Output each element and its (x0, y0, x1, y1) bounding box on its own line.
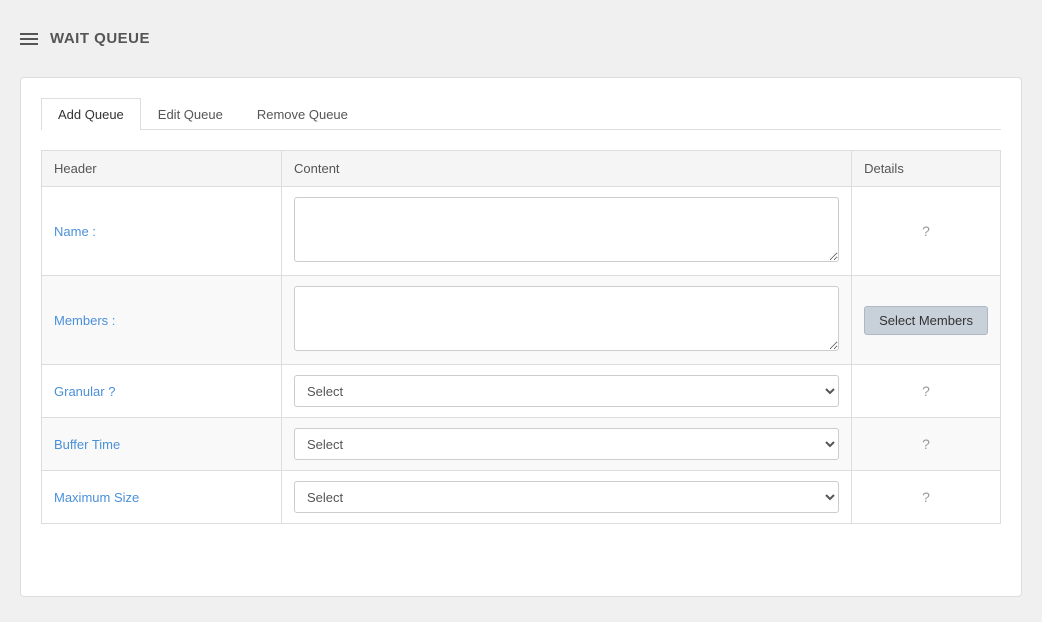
row-label-members: Members : (42, 276, 282, 365)
table-row: Name : ? (42, 187, 1001, 276)
name-textarea[interactable] (294, 197, 839, 262)
granular-content-cell: Select (282, 365, 852, 418)
granular-select[interactable]: Select (294, 375, 839, 407)
tab-remove-queue[interactable]: Remove Queue (240, 98, 365, 130)
table-row: Granular ? Select ? (42, 365, 1001, 418)
table-row: Buffer Time Select ? (42, 418, 1001, 471)
row-label-maximum-size: Maximum Size (42, 471, 282, 524)
page-header: WAIT QUEUE (20, 20, 1022, 57)
row-label-granular: Granular ? (42, 365, 282, 418)
row-label-buffer-time: Buffer Time (42, 418, 282, 471)
name-content-cell (282, 187, 852, 276)
members-content-cell (282, 276, 852, 365)
column-header-header: Header (42, 151, 282, 187)
tab-add-queue[interactable]: Add Queue (41, 98, 141, 130)
maximum-size-content-cell: Select (282, 471, 852, 524)
table-row: Members : Select Members (42, 276, 1001, 365)
buffer-time-select[interactable]: Select (294, 428, 839, 460)
page-container: WAIT QUEUE Add Queue Edit Queue Remove Q… (0, 0, 1042, 622)
maximum-size-select[interactable]: Select (294, 481, 839, 513)
form-table: Header Content Details Name : ? (41, 150, 1001, 524)
table-row: Maximum Size Select ? (42, 471, 1001, 524)
maximum-size-details-cell: ? (852, 471, 1001, 524)
tab-edit-queue[interactable]: Edit Queue (141, 98, 240, 130)
select-members-button[interactable]: Select Members (864, 306, 988, 335)
granular-details-cell: ? (852, 365, 1001, 418)
members-textarea[interactable] (294, 286, 839, 351)
granular-details-question: ? (922, 383, 930, 399)
members-details-cell: Select Members (852, 276, 1001, 365)
buffer-time-details-question: ? (922, 436, 930, 452)
name-details-question: ? (922, 223, 930, 239)
main-card: Add Queue Edit Queue Remove Queue Header… (20, 77, 1022, 597)
buffer-time-content-cell: Select (282, 418, 852, 471)
column-header-content: Content (282, 151, 852, 187)
tabs: Add Queue Edit Queue Remove Queue (41, 98, 1001, 130)
page-title: WAIT QUEUE (50, 30, 150, 47)
row-label-name: Name : (42, 187, 282, 276)
menu-icon[interactable] (20, 33, 38, 45)
column-header-details: Details (852, 151, 1001, 187)
maximum-size-details-question: ? (922, 489, 930, 505)
name-details-cell: ? (852, 187, 1001, 276)
buffer-time-details-cell: ? (852, 418, 1001, 471)
